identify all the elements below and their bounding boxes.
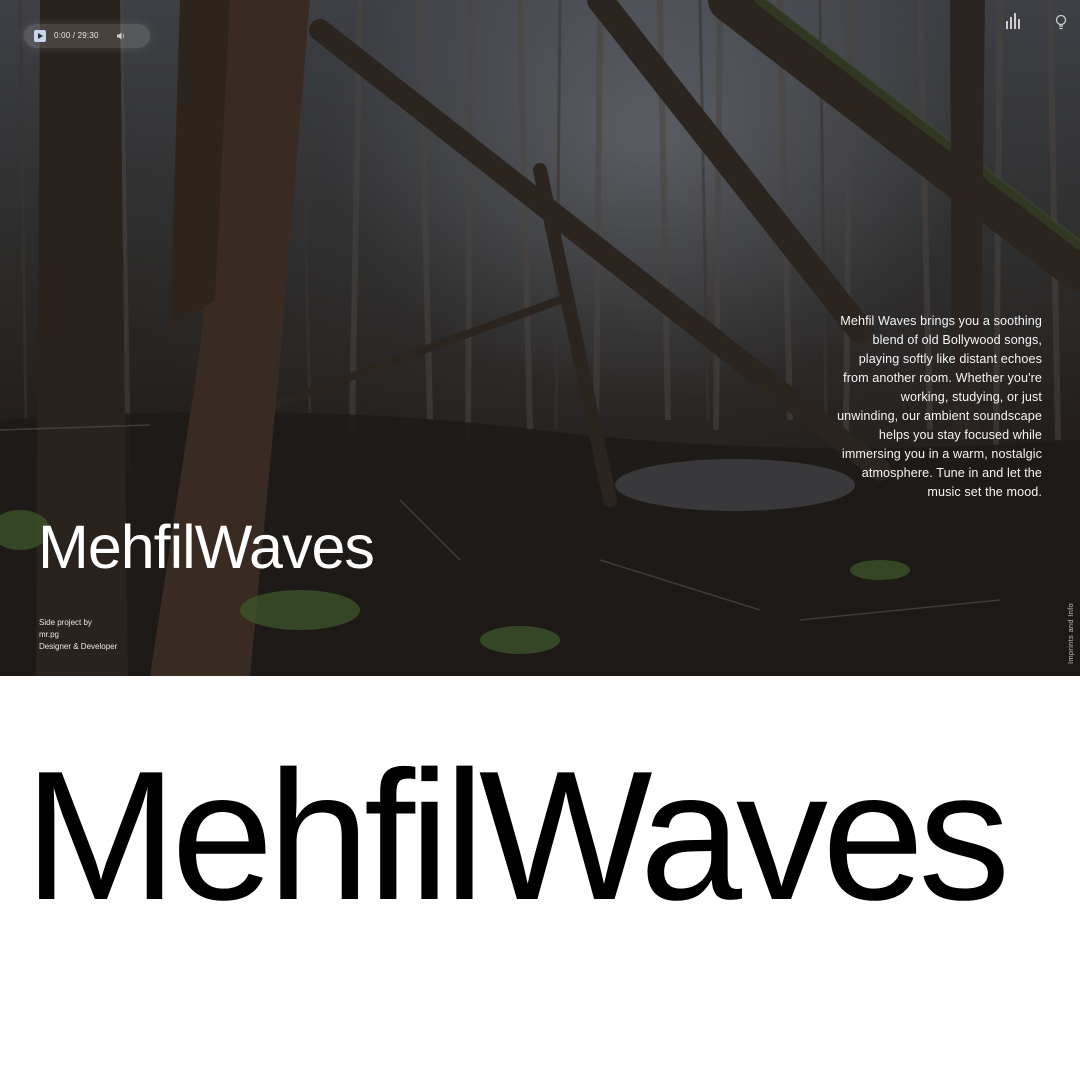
- imprints-info-link[interactable]: Imprints and Info: [1066, 603, 1075, 664]
- credits-line-1: Side project by: [39, 618, 92, 627]
- credits-author-link[interactable]: mr.pg: [39, 629, 117, 641]
- credits-line-3: Designer & Developer: [39, 642, 118, 651]
- hero-title: MehfilWaves: [38, 513, 375, 581]
- lightbulb-icon[interactable]: [1054, 12, 1068, 32]
- playback-time: 0:00 / 29:30: [54, 31, 99, 40]
- hero-description: Mehfil Waves brings you a soothing blend…: [837, 313, 1042, 499]
- hero-section: 0:00 / 29:30 Mehfil Waves brings you a s…: [0, 0, 1080, 676]
- audio-player: 0:00 / 29:30: [24, 24, 150, 48]
- play-icon[interactable]: [34, 30, 46, 42]
- equalizer-icon[interactable]: [1004, 12, 1024, 32]
- credits: Side project by mr.pg Designer & Develop…: [39, 617, 117, 653]
- footer-big-title: MehfilWaves: [24, 732, 1010, 938]
- volume-icon[interactable]: [116, 31, 126, 41]
